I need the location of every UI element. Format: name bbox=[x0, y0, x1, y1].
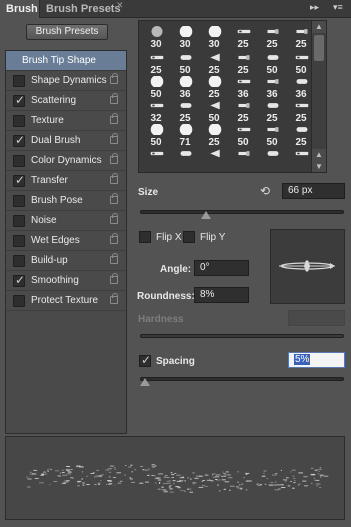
option-label: Protect Texture bbox=[31, 295, 99, 306]
size-slider[interactable] bbox=[140, 210, 344, 214]
lock-icon[interactable] bbox=[110, 233, 118, 244]
roundness-label: Roundness: bbox=[137, 291, 195, 302]
spacing-value-selected: 5% bbox=[294, 354, 311, 365]
brush-tip-cell[interactable] bbox=[142, 145, 172, 172]
brush-grid-scrollbar[interactable]: ▲ ▲ ▼ bbox=[311, 21, 326, 172]
angle-roundness-diagram[interactable] bbox=[271, 230, 344, 303]
brush-option-transfer[interactable]: Transfer bbox=[6, 171, 126, 191]
hardness-input bbox=[288, 310, 345, 326]
option-label: Noise bbox=[31, 215, 57, 226]
brush-option-wet-edges[interactable]: Wet Edges bbox=[6, 231, 126, 251]
angle-input[interactable]: 0° bbox=[194, 260, 249, 276]
spacing-slider[interactable] bbox=[140, 377, 344, 381]
option-checkbox[interactable] bbox=[13, 195, 25, 207]
brush-option-texture[interactable]: Texture bbox=[6, 111, 126, 131]
brush-option-protect-texture[interactable]: Protect Texture bbox=[6, 291, 126, 311]
brush-option-shape-dynamics[interactable]: Shape Dynamics bbox=[6, 71, 126, 91]
spacing-checkbox[interactable] bbox=[139, 353, 151, 367]
brush-option-color-dynamics[interactable]: Color Dynamics bbox=[6, 151, 126, 171]
hardness-label: Hardness bbox=[138, 314, 184, 325]
option-label: Build-up bbox=[31, 255, 68, 266]
option-checkbox[interactable] bbox=[13, 133, 25, 147]
flip-x-label: Flip X bbox=[156, 232, 182, 243]
size-slider-knob[interactable] bbox=[201, 211, 211, 219]
option-checkbox[interactable] bbox=[13, 215, 25, 227]
brush-tip-cell[interactable] bbox=[258, 145, 288, 172]
option-label: Wet Edges bbox=[31, 235, 80, 246]
tab-brush[interactable]: Brush bbox=[0, 0, 40, 18]
tab-brush-presets[interactable]: Brush Presets bbox=[46, 0, 121, 18]
brush-tip-cell[interactable] bbox=[200, 145, 230, 172]
flip-x-checkbox[interactable] bbox=[139, 231, 151, 243]
lock-icon[interactable] bbox=[110, 213, 118, 224]
scrollbar-thumb[interactable] bbox=[314, 35, 324, 61]
option-checkbox[interactable] bbox=[13, 255, 25, 267]
hardness-slider bbox=[140, 334, 344, 338]
brush-presets-button[interactable]: Brush Presets bbox=[26, 24, 108, 40]
panel-tab-bar: Brush Brush Presets ✕ ▸▸ ▾≡ bbox=[0, 0, 351, 18]
panel-menu-icon[interactable]: ▾≡ bbox=[333, 2, 343, 13]
flip-y-checkbox[interactable] bbox=[183, 231, 195, 243]
reset-size-icon[interactable]: ⟲ bbox=[258, 184, 272, 198]
roundness-input[interactable]: 8% bbox=[194, 287, 249, 303]
flip-y-label: Flip Y bbox=[200, 232, 226, 243]
lock-icon[interactable] bbox=[110, 193, 118, 204]
brush-option-smoothing[interactable]: Smoothing bbox=[6, 271, 126, 291]
option-checkbox[interactable] bbox=[13, 93, 25, 107]
stroke-preview-image bbox=[26, 464, 329, 493]
lock-icon[interactable] bbox=[110, 273, 118, 284]
option-checkbox[interactable] bbox=[13, 235, 25, 247]
option-label: Smoothing bbox=[31, 275, 79, 286]
spacing-input[interactable]: 5% bbox=[288, 352, 345, 368]
brush-option-dual-brush[interactable]: Dual Brush bbox=[6, 131, 126, 151]
scroll-up-icon[interactable]: ▲ bbox=[312, 21, 326, 33]
double-chevron-icon[interactable]: ▸▸ bbox=[310, 2, 319, 13]
option-label: Dual Brush bbox=[31, 135, 81, 146]
brush-tip-cell[interactable] bbox=[229, 145, 259, 172]
brush-tip-cell[interactable] bbox=[171, 145, 201, 172]
brush-option-scattering[interactable]: Scattering bbox=[6, 91, 126, 111]
brush-option-brush-pose[interactable]: Brush Pose bbox=[6, 191, 126, 211]
brush-option-build-up[interactable]: Build-up bbox=[6, 251, 126, 271]
spacing-label: Spacing bbox=[156, 356, 195, 367]
lock-icon[interactable] bbox=[110, 113, 118, 124]
brush-option-noise[interactable]: Noise bbox=[6, 211, 126, 231]
scroll-down-icon[interactable]: ▼ bbox=[312, 161, 326, 172]
option-checkbox[interactable] bbox=[13, 295, 25, 307]
option-label: Transfer bbox=[31, 175, 68, 186]
lock-icon[interactable] bbox=[110, 173, 118, 184]
option-label: Shape Dynamics bbox=[31, 75, 107, 86]
angle-roundness-widget[interactable] bbox=[270, 229, 345, 304]
option-checkbox[interactable] bbox=[13, 173, 25, 187]
option-checkbox[interactable] bbox=[13, 273, 25, 287]
option-checkbox[interactable] bbox=[13, 75, 25, 87]
brush-tip-grid[interactable]: 30 30 30 25 25 25 25 50 25 25 50 50 50 36 25 36 36 36 32 25… bbox=[138, 20, 327, 173]
option-label: Brush Pose bbox=[31, 195, 83, 206]
brush-settings-sidebar: Brush Presets Brush Tip Shape Shape Dyna… bbox=[5, 24, 127, 434]
lock-icon[interactable] bbox=[110, 73, 118, 84]
option-checkbox[interactable] bbox=[13, 155, 25, 167]
option-label: Color Dynamics bbox=[31, 155, 102, 166]
option-label: Texture bbox=[31, 115, 64, 126]
close-icon[interactable]: ✕ bbox=[116, 0, 124, 11]
size-input[interactable]: 66 px bbox=[282, 183, 345, 199]
option-label: Scattering bbox=[31, 95, 77, 106]
angle-label: Angle: bbox=[160, 264, 192, 275]
spacing-slider-knob[interactable] bbox=[140, 378, 150, 386]
lock-icon[interactable] bbox=[110, 93, 118, 104]
lock-icon[interactable] bbox=[110, 253, 118, 264]
option-checkbox[interactable] bbox=[13, 115, 25, 127]
lock-icon[interactable] bbox=[110, 293, 118, 304]
size-label: Size bbox=[138, 187, 159, 198]
stroke-preview bbox=[5, 436, 345, 520]
lock-icon[interactable] bbox=[110, 153, 118, 164]
brush-options-list: Brush Tip Shape Shape Dynamics Scattering… bbox=[5, 50, 127, 434]
brush-tip-shape-item[interactable]: Brush Tip Shape bbox=[6, 51, 126, 71]
scroll-up-icon[interactable]: ▲ bbox=[312, 149, 326, 161]
lock-icon[interactable] bbox=[110, 133, 118, 144]
